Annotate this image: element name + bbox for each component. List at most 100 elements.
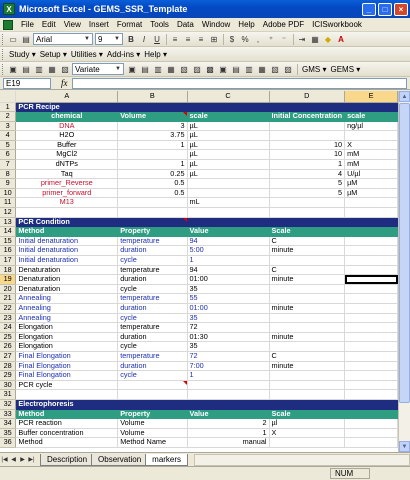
cell-d[interactable] [269, 217, 346, 228]
menu-icisworkbook[interactable]: ICISworkbook [308, 20, 366, 29]
tool-icon-16[interactable]: ▦ [256, 63, 268, 75]
tool-icon-18[interactable]: ▨ [282, 63, 294, 75]
cell-b[interactable]: 0.5 [117, 188, 188, 199]
cell-d[interactable] [269, 341, 346, 352]
cell-a[interactable]: H2O [15, 130, 119, 141]
cell-d[interactable] [269, 284, 346, 295]
cell-b[interactable]: duration [117, 303, 188, 314]
row-header[interactable]: 7 [0, 159, 17, 170]
cell-c[interactable] [187, 389, 270, 400]
workbook-icon[interactable] [3, 19, 13, 30]
cell-b[interactable]: temperature [117, 293, 188, 304]
cell-e[interactable]: µM [344, 178, 398, 189]
cell-a[interactable]: Final Elongation [15, 370, 119, 381]
cell-e[interactable] [344, 102, 398, 113]
cell-c[interactable]: µL [187, 130, 270, 141]
cell-a[interactable]: PCR Recipe [15, 102, 119, 113]
cell-c[interactable]: µL [187, 121, 270, 132]
row-header[interactable]: 26 [0, 341, 17, 352]
close-button[interactable]: × [394, 2, 408, 16]
cell-a[interactable]: Elongation [15, 322, 119, 333]
cell-d[interactable]: 10 [269, 149, 346, 161]
cell-a[interactable]: MgCl2 [15, 149, 119, 161]
fill-color-icon[interactable]: ◆ [322, 33, 334, 45]
tool-icon-14[interactable]: ▤ [230, 63, 242, 75]
row-header[interactable]: 18 [0, 265, 17, 276]
cell-b[interactable] [117, 207, 188, 218]
study-menu[interactable]: Study ▾ [7, 50, 38, 59]
cell-e[interactable] [344, 380, 398, 391]
cell-c[interactable]: µL [187, 159, 270, 170]
cell-c[interactable]: µL [187, 140, 270, 151]
row-header[interactable]: 32 [0, 399, 17, 410]
column-header-b[interactable]: B [117, 91, 188, 103]
select-all-corner[interactable] [0, 91, 17, 103]
cell-d[interactable]: minute [269, 332, 346, 343]
row-header[interactable]: 16 [0, 245, 17, 256]
minimize-button[interactable]: _ [362, 2, 376, 16]
cell-b[interactable]: temperature [117, 236, 188, 247]
utilities-menu[interactable]: Utilities ▾ [69, 50, 105, 59]
add-ins-menu[interactable]: Add-ins ▾ [105, 50, 142, 59]
cell-c[interactable]: 35 [187, 284, 270, 295]
cell-a[interactable]: M13 [15, 197, 119, 209]
comma-style-icon[interactable]: , [252, 33, 264, 45]
cell-a[interactable]: Denaturation [15, 284, 119, 295]
row-header[interactable]: 9 [0, 178, 17, 189]
cell-c[interactable]: 01:00 [187, 274, 270, 285]
menu-insert[interactable]: Insert [85, 20, 113, 29]
column-header-c[interactable]: C [187, 91, 270, 103]
row-header[interactable]: 34 [0, 418, 17, 429]
cell-e[interactable] [344, 236, 398, 247]
next-sheet-icon[interactable]: ▶ [18, 455, 27, 465]
scroll-down-arrow-icon[interactable]: ▼ [399, 441, 410, 452]
cell-c[interactable] [187, 217, 270, 228]
cell-b[interactable] [117, 380, 188, 391]
cell-e[interactable]: ng/µl [344, 121, 398, 132]
row-header[interactable]: 30 [0, 380, 17, 391]
cell-c[interactable]: 01:30 [187, 332, 270, 343]
menu-data[interactable]: Data [173, 20, 198, 29]
cell-e[interactable]: scale [344, 111, 398, 122]
row-header[interactable]: 36 [0, 437, 17, 448]
cell-b[interactable]: Volume [117, 418, 188, 429]
merge-center-icon[interactable]: ⊞ [208, 33, 220, 45]
underline-button[interactable]: U [151, 33, 163, 45]
scroll-thumb[interactable] [399, 103, 410, 403]
cell-d[interactable]: C [269, 265, 346, 276]
row-header[interactable]: 14 [0, 226, 17, 237]
row-header[interactable]: 8 [0, 169, 17, 180]
cell-d[interactable]: minute [269, 303, 346, 314]
cell-e[interactable] [344, 437, 398, 448]
cell-c[interactable]: 72 [187, 322, 270, 333]
row-header[interactable]: 4 [0, 130, 17, 141]
last-sheet-icon[interactable]: ▶| [27, 455, 36, 465]
cell-a[interactable]: Elongation [15, 341, 119, 352]
cell-c[interactable] [187, 102, 270, 113]
row-header[interactable]: 31 [0, 389, 17, 400]
tool-icon-3[interactable]: ▥ [33, 63, 45, 75]
cell-a[interactable]: Taq [15, 169, 119, 180]
row-header[interactable]: 11 [0, 197, 17, 209]
cell-c[interactable]: 94 [187, 236, 270, 247]
menu-file[interactable]: File [17, 20, 38, 29]
toolbar-grip[interactable] [2, 48, 5, 60]
cell-c[interactable]: µL [187, 169, 270, 180]
cell-c[interactable]: 1 [187, 428, 270, 439]
cell-b[interactable] [117, 217, 188, 228]
cell-a[interactable]: Initial denaturation [15, 255, 119, 266]
cell-a[interactable] [15, 389, 119, 400]
cell-d[interactable] [269, 207, 346, 218]
cell-b[interactable]: 3.75 [117, 130, 188, 141]
cell-b[interactable]: 1 [117, 159, 188, 170]
column-header-e[interactable]: E [344, 91, 398, 103]
row-header[interactable]: 19 [0, 274, 17, 285]
italic-button[interactable]: I [138, 33, 150, 45]
cell-d[interactable] [269, 293, 346, 304]
font-color-icon[interactable]: A [335, 33, 347, 45]
cell-c[interactable]: µL [187, 149, 270, 161]
cell-b[interactable]: temperature [117, 265, 188, 276]
cell-c[interactable] [187, 178, 270, 189]
cell-e[interactable] [344, 293, 398, 304]
first-sheet-icon[interactable]: |◀ [0, 455, 9, 465]
